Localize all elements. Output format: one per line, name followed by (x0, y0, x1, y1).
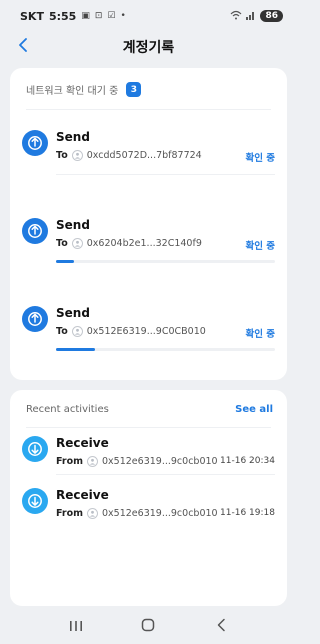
tx-address: 0x512E6319...9C0CB010 (86, 326, 206, 337)
pending-tx-item[interactable]: Send To 0x512E6319...9C0CB010 확인 중 (22, 300, 275, 364)
activity-address-row: From 0x512e6319...9c0cb010 (56, 508, 218, 519)
pending-header: 네트워크 확인 대기 중 3 (10, 68, 287, 97)
recent-apps-button[interactable] (65, 615, 87, 637)
tx-direction: To (56, 238, 68, 249)
pending-transactions-card: 네트워크 확인 대기 중 3 Send To 0xcdd5072D...7bf8… (10, 68, 287, 380)
tx-status: 확인 중 (245, 241, 275, 252)
divider (56, 174, 275, 175)
tx-address: 0xcdd5072D...7bf87724 (86, 150, 202, 161)
home-icon (141, 617, 155, 636)
pending-count-badge: 3 (126, 82, 142, 97)
pending-tx-item[interactable]: Send To 0xcdd5072D...7bf87724 확인 중 (22, 124, 275, 188)
system-back-button[interactable] (210, 615, 232, 637)
progress-fill (56, 348, 96, 351)
clock: 5:55 (48, 9, 77, 23)
avatar-icon (71, 238, 83, 249)
activity-address: 0x512e6319...9c0cb010 (102, 508, 218, 519)
activity-direction: From (56, 508, 83, 519)
chevron-left-icon (18, 38, 28, 56)
avatar-icon (71, 150, 83, 161)
activity-address-row: From 0x512e6319...9c0cb010 (56, 456, 218, 467)
tx-direction: To (56, 326, 68, 337)
activity-time: 11-16 20:34 (220, 456, 275, 466)
back-button[interactable] (12, 36, 34, 58)
tx-address-row: To 0x6204b2e1...32C140f9 (56, 238, 202, 249)
signal-icon (246, 10, 256, 23)
divider (26, 427, 271, 428)
confirmation-progress-bar (56, 260, 275, 263)
tx-address: 0x6204b2e1...32C140f9 (86, 238, 202, 249)
see-all-link[interactable]: See all (235, 404, 273, 415)
avatar-icon (87, 456, 98, 467)
page-title: 계정기록 (122, 40, 175, 56)
send-icon (22, 218, 48, 244)
chevron-left-icon (216, 617, 226, 636)
confirmation-progress-bar (56, 348, 275, 351)
tx-status: 확인 중 (245, 329, 275, 340)
check-icon: ☑ (107, 11, 116, 21)
activity-time: 11-16 19:18 (220, 508, 275, 518)
battery-indicator: 86 (260, 10, 283, 22)
tx-address-row: To 0xcdd5072D...7bf87724 (56, 150, 202, 161)
wifi-icon (230, 10, 242, 23)
home-button[interactable] (137, 615, 159, 637)
avatar-icon (71, 326, 83, 337)
activity-direction: From (56, 456, 83, 467)
pending-label: 네트워크 확인 대기 중 (26, 86, 119, 97)
tx-direction: To (56, 150, 68, 161)
notification-icon: ▣ (81, 11, 90, 21)
avatar-icon (87, 508, 98, 519)
status-left: SKT 5:55 ▣ ⊡ ☑ • (20, 10, 126, 23)
send-icon (22, 130, 48, 156)
recent-activities-card: Recent activities See all Receive From 0… (10, 390, 287, 606)
recent-header: Recent activities See all (10, 390, 287, 415)
tx-type: Send (56, 130, 90, 144)
divider (56, 474, 275, 475)
carrier-label: SKT (20, 9, 44, 23)
tx-type: Send (56, 306, 90, 320)
activity-type: Receive (56, 436, 109, 450)
receive-icon (22, 488, 48, 514)
recent-label: Recent activities (26, 404, 109, 415)
recent-apps-icon (69, 617, 83, 636)
activity-type: Receive (56, 488, 109, 502)
status-bar: SKT 5:55 ▣ ⊡ ☑ • 86 (0, 0, 297, 32)
pending-tx-item[interactable]: Send To 0x6204b2e1...32C140f9 확인 중 (22, 212, 275, 276)
send-icon (22, 306, 48, 332)
tx-address-row: To 0x512E6319...9C0CB010 (56, 326, 206, 337)
progress-fill (56, 260, 74, 263)
activity-address: 0x512e6319...9c0cb010 (102, 456, 218, 467)
receive-icon (22, 436, 48, 462)
activity-item[interactable]: Receive From 0x512e6319...9c0cb010 11-16… (22, 482, 275, 546)
status-right: 86 (230, 10, 283, 23)
screenshot-icon: ⊡ (94, 11, 103, 21)
tx-status: 확인 중 (245, 153, 275, 164)
status-dot: • (120, 11, 126, 21)
divider (26, 109, 271, 110)
tx-type: Send (56, 218, 90, 232)
system-nav-bar (0, 608, 297, 644)
page-header: 계정기록 (0, 32, 297, 62)
